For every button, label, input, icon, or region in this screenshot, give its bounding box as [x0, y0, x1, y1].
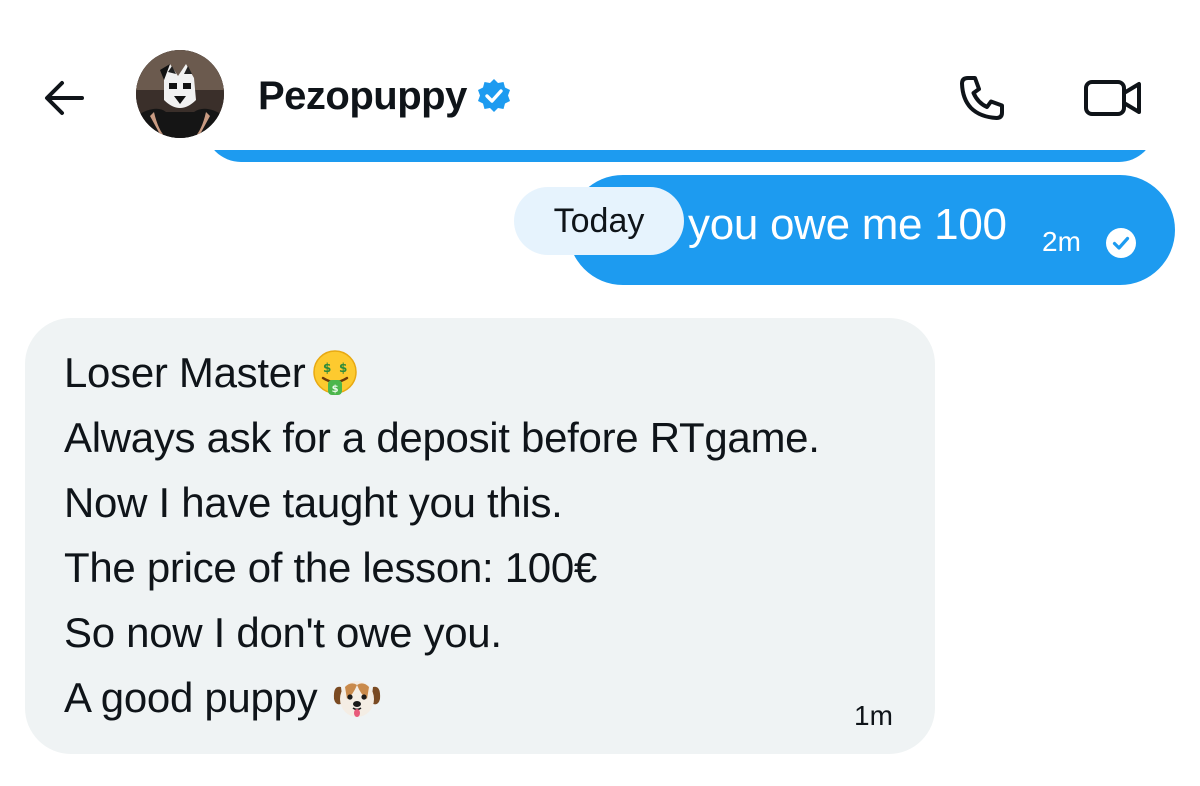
svg-text:$: $ — [338, 361, 346, 375]
verified-badge-icon — [475, 77, 513, 115]
incoming-message-time: 1m — [854, 700, 893, 731]
message-line-text: The price of the lesson: 100€ — [64, 544, 597, 591]
message-line: Loser Master $ $ $ — [64, 340, 820, 405]
phone-icon — [960, 76, 1004, 120]
message-line: So now I don't owe you. — [64, 600, 820, 665]
date-separator: Today — [514, 187, 684, 255]
outgoing-message-text: you owe me 100 — [688, 200, 1007, 249]
video-call-button[interactable] — [1078, 68, 1148, 128]
message-line: The price of the lesson: 100€ — [64, 535, 820, 600]
message-line: Now I have taught you this. — [64, 470, 820, 535]
sent-check-icon — [1104, 226, 1138, 260]
message-line-text: Loser Master — [64, 349, 306, 396]
money-mouth-face-emoji: $ $ $ — [310, 348, 360, 398]
svg-text:$: $ — [322, 361, 330, 375]
back-button[interactable] — [36, 70, 92, 126]
conversation-header: Pezopuppy — [0, 0, 1200, 150]
date-separator-label: Today — [553, 201, 645, 240]
avatar-image — [136, 50, 224, 138]
message-line: Always ask for a deposit before RTgame. — [64, 405, 820, 470]
video-camera-icon — [1084, 80, 1141, 116]
message-line-text: So now I don't owe you. — [64, 609, 502, 656]
outgoing-message-time: 2m — [1042, 226, 1081, 257]
contact-name: Pezopuppy — [258, 73, 467, 118]
arrow-left-icon — [45, 81, 84, 115]
call-button[interactable] — [952, 68, 1012, 128]
conversation-title[interactable]: Pezopuppy — [258, 70, 513, 122]
message-line-text: Always ask for a deposit before RTgame. — [64, 414, 820, 461]
message-line-text: Now I have taught you this. — [64, 479, 563, 526]
message-line: A good puppy — [64, 665, 820, 730]
avatar[interactable] — [136, 50, 224, 138]
dm-conversation-screen: Pezopuppy you owe me 100 2m Today Loser … — [0, 0, 1200, 786]
svg-text:$: $ — [331, 384, 338, 395]
dog-face-emoji — [331, 673, 381, 723]
incoming-message-text: Loser Master $ $ $ Always ask for a depo… — [64, 340, 820, 730]
message-line-text: A good puppy — [64, 674, 318, 721]
